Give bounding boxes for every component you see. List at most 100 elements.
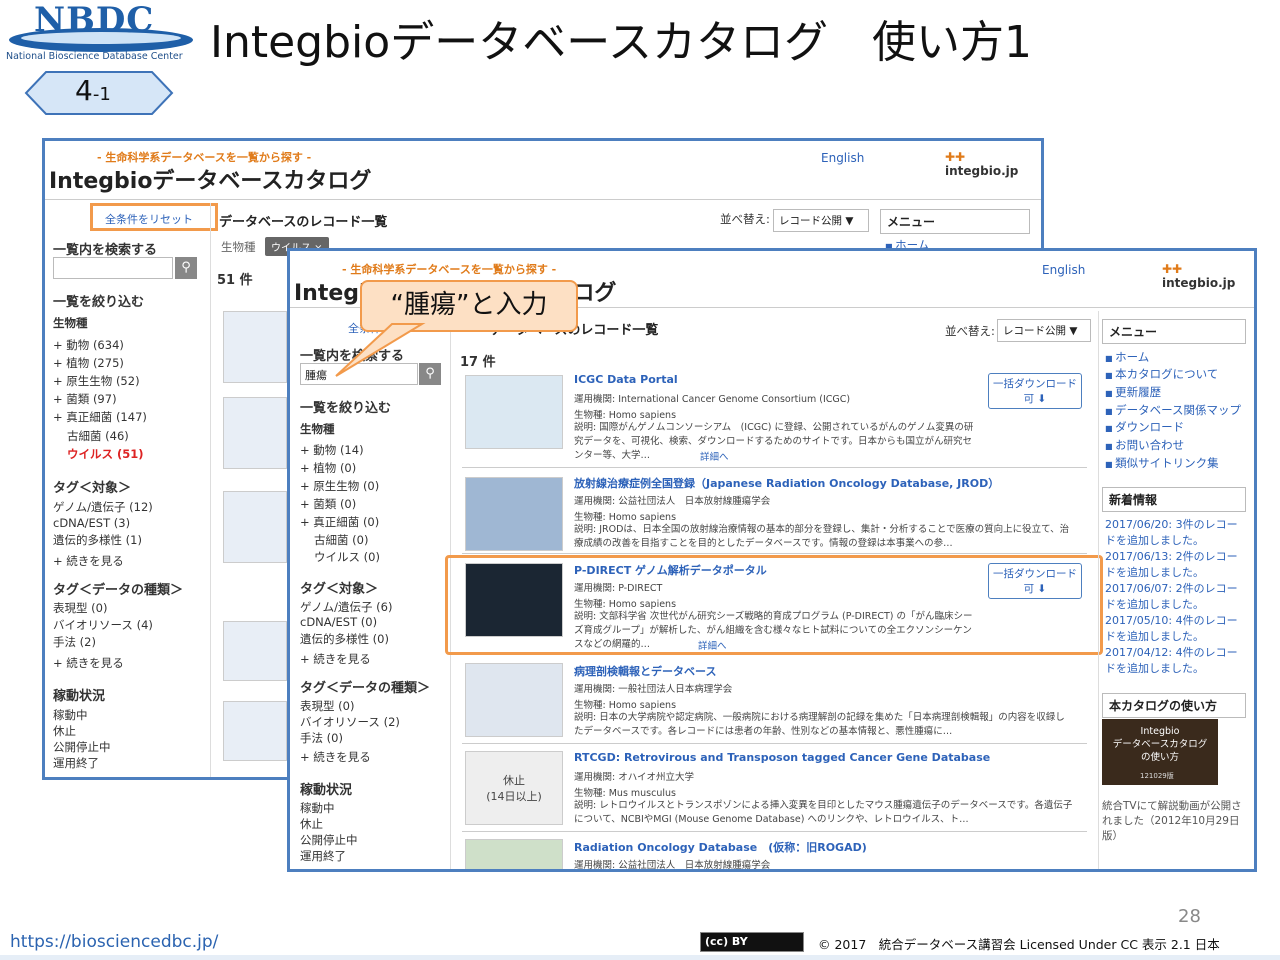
record-desc: 説明: JRODは、日本全国の放射線治療情報の基本的部分を登録し、集計・分析する… xyxy=(574,524,1070,549)
tag-target-more[interactable]: + 続きを見る xyxy=(300,651,371,667)
record-title[interactable]: ICGC Data Portal xyxy=(574,373,678,386)
organism-filter-bacteria[interactable]: + 真正細菌 (147) xyxy=(53,409,147,425)
record-thumbnail[interactable]: 休止 (14日以上) xyxy=(465,751,563,825)
organism-filter-animal[interactable]: + 動物 (634) xyxy=(53,337,124,353)
record-title[interactable]: Radiation Oncology Database (仮称：旧ROGAD) xyxy=(574,839,867,855)
status-active[interactable]: 稼動中 xyxy=(300,800,335,816)
status-paused[interactable]: 休止 xyxy=(300,816,323,832)
tag-target-diversity[interactable]: 遺伝的多様性 (0) xyxy=(300,631,389,647)
record-species: 生物種: Mus musculus xyxy=(574,788,676,799)
record-desc: 説明: 日本の大学病院や認定病院、一般病院における病理解剖の記録を集めた「日本病… xyxy=(574,712,1065,737)
news-item[interactable]: 2017/04/12: 4件のレコードを追加しました。 xyxy=(1105,645,1245,677)
menu-links[interactable]: 類似サイトリンク集 xyxy=(1105,455,1219,471)
result-count: 51 件 xyxy=(217,273,253,288)
record-title[interactable]: RTCGD: Retrovirous and Transposon tagged… xyxy=(574,751,990,764)
organism-filter-virus[interactable]: ウイルス (51) xyxy=(67,446,144,462)
news-item[interactable]: 2017/06/20: 3件のレコードを追加しました。 xyxy=(1105,517,1245,549)
record-org: 運用機関: International Cancer Genome Consor… xyxy=(574,394,851,405)
record-thumbnail[interactable] xyxy=(465,375,563,449)
copyright: © 2017 統合データベース講習会 Licensed Under CC 表示 … xyxy=(818,937,1220,952)
status-ended[interactable]: 運用終了 xyxy=(300,848,346,864)
tag-type-phenotype[interactable]: 表現型 (0) xyxy=(300,698,354,714)
english-link[interactable]: English xyxy=(821,151,864,165)
tag-target-diversity[interactable]: 遺伝的多様性 (1) xyxy=(53,532,142,548)
record-thumbnail[interactable] xyxy=(465,839,563,869)
menu-db-map[interactable]: データベース関係マップ xyxy=(1105,402,1241,418)
organism-filter-virus[interactable]: ウイルス (0) xyxy=(314,549,380,565)
organism-filter-fungi[interactable]: + 菌類 (0) xyxy=(300,496,356,512)
organism-filter-animal[interactable]: + 動物 (14) xyxy=(300,442,364,458)
brand-text: integbio.jp xyxy=(1162,276,1236,290)
record-title[interactable]: P-DIRECT ゲノム解析データポータル xyxy=(574,562,767,578)
tag-type-method[interactable]: 手法 (2) xyxy=(53,634,96,650)
tag-type-phenotype[interactable]: 表現型 (0) xyxy=(53,600,107,616)
tag-type-bioresource[interactable]: バイオリソース (4) xyxy=(53,617,153,633)
tag-type-method[interactable]: 手法 (0) xyxy=(300,730,343,746)
organism-filter-archaea[interactable]: 古細菌 (0) xyxy=(314,532,368,548)
news-item[interactable]: 2017/05/10: 4件のレコードを追加しました。 xyxy=(1105,613,1245,645)
active-filter-label: 生物種 xyxy=(221,240,256,254)
record-thumbnail[interactable] xyxy=(465,663,563,737)
tag-target-genome[interactable]: ゲノム/遺伝子 (12) xyxy=(53,499,153,515)
record-detail-link[interactable]: 詳細へ xyxy=(700,449,729,463)
record-org: 運用機関: オハイオ州立大学 xyxy=(574,772,695,783)
tag-target-cdna[interactable]: cDNA/EST (0) xyxy=(300,615,377,629)
download-label: 一括ダウンロード xyxy=(993,568,1077,580)
status-suspended[interactable]: 公開停止中 xyxy=(53,739,111,755)
reset-all-button[interactable]: 全条件をリセット xyxy=(105,211,193,227)
record-org: 運用機関: 一般社団法人日本病理学会 xyxy=(574,684,733,695)
sort-select[interactable]: レコード公開 ▼ xyxy=(997,319,1091,342)
menu-home[interactable]: ホーム xyxy=(1105,349,1149,365)
record-thumbnail[interactable] xyxy=(223,397,287,469)
record-thumbnail[interactable] xyxy=(223,311,287,383)
english-link[interactable]: English xyxy=(1042,263,1085,277)
bulk-download-button[interactable]: 一括ダウンロード可 ⬇ xyxy=(988,563,1082,599)
news-item[interactable]: 2017/06/07: 2件のレコードを追加しました。 xyxy=(1105,581,1245,613)
status-paused[interactable]: 休止 xyxy=(53,723,76,739)
organism-filter-plant[interactable]: + 植物 (0) xyxy=(300,460,356,476)
menu-contact[interactable]: お問い合わせ xyxy=(1105,437,1184,453)
integbio-brand[interactable]: ✚✚ integbio.jp xyxy=(945,150,1041,178)
organism-heading: 生物種 xyxy=(53,316,88,330)
badge-sub: -1 xyxy=(92,84,111,105)
logo-text: NBDC xyxy=(34,0,155,40)
menu-history[interactable]: 更新履歴 xyxy=(1105,384,1161,400)
status-active[interactable]: 稼動中 xyxy=(53,707,88,723)
record-org: 運用機関: 公益社団法人 日本放射線腫瘍学会 xyxy=(574,860,771,871)
organism-filter-protist[interactable]: + 原生生物 (0) xyxy=(300,478,379,494)
organism-filter-protist[interactable]: + 原生生物 (52) xyxy=(53,373,140,389)
tag-type-bioresource[interactable]: バイオリソース (2) xyxy=(300,714,400,730)
organism-filter-archaea[interactable]: 古細菌 (46) xyxy=(67,428,129,444)
news-item[interactable]: 2017/06/13: 2件のレコードを追加しました。 xyxy=(1105,549,1245,581)
howto-desc: 統合TVにて解説動画が公開されました（2012年10月29日 版） xyxy=(1102,800,1242,842)
record-thumbnail[interactable] xyxy=(465,563,563,637)
record-thumbnail[interactable] xyxy=(223,621,287,681)
menu-about[interactable]: 本カタログについて xyxy=(1105,366,1218,382)
tag-target-cdna[interactable]: cDNA/EST (3) xyxy=(53,516,130,530)
record-title[interactable]: 病理剖検輯報とデータベース xyxy=(574,663,716,679)
tag-type-more[interactable]: + 続きを見る xyxy=(300,749,371,765)
organism-filter-plant[interactable]: + 植物 (275) xyxy=(53,355,124,371)
menu-download[interactable]: ダウンロード xyxy=(1105,419,1184,435)
organism-filter-bacteria[interactable]: + 真正細菌 (0) xyxy=(300,514,379,530)
status-suspended[interactable]: 公開停止中 xyxy=(300,832,358,848)
record-detail-link[interactable]: 詳細へ xyxy=(698,638,727,652)
record-thumbnail[interactable] xyxy=(465,477,563,551)
bulk-download-button[interactable]: 一括ダウンロード可 ⬇ xyxy=(988,373,1082,409)
search-input[interactable] xyxy=(53,257,173,279)
record-thumbnail[interactable] xyxy=(223,701,287,761)
tag-type-more[interactable]: + 続きを見る xyxy=(53,655,124,671)
record-species: 生物種: Homo sapiens xyxy=(574,410,677,421)
organism-filter-fungi[interactable]: + 菌類 (97) xyxy=(53,391,117,407)
record-thumbnail[interactable] xyxy=(223,491,287,563)
footer-url[interactable]: https://biosciencedbc.jp/ xyxy=(10,932,218,952)
search-icon[interactable]: ⚲ xyxy=(175,257,197,279)
tag-target-more[interactable]: + 続きを見る xyxy=(53,553,124,569)
integbio-brand[interactable]: ✚✚ integbio.jp xyxy=(1162,262,1254,290)
record-title[interactable]: 放射線治療症例全国登録（Japanese Radiation Oncology … xyxy=(574,475,999,491)
brand-text: integbio.jp xyxy=(945,164,1019,178)
sort-select[interactable]: レコード公開 ▼ xyxy=(773,209,869,232)
search-heading: 一覧内を検索する xyxy=(53,243,158,258)
status-ended[interactable]: 運用終了 xyxy=(53,755,99,771)
tag-target-genome[interactable]: ゲノム/遺伝子 (6) xyxy=(300,599,392,615)
